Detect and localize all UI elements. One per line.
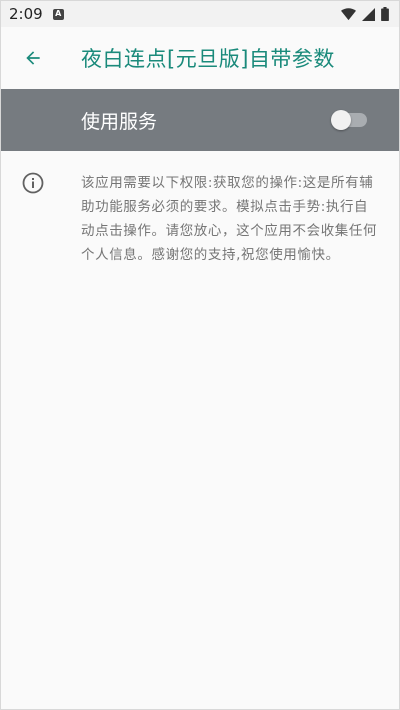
info-icon <box>22 172 44 194</box>
status-icons <box>341 7 389 21</box>
screen: 2:09 A 夜白连点[元旦版]自带参数 使用服务 该应用需要以下权限:获取您的… <box>0 0 400 710</box>
status-time: 2:09 <box>9 5 43 23</box>
master-switch-label: 使用服务 <box>81 110 158 133</box>
app-bar: 夜白连点[元旦版]自带参数 <box>1 27 399 89</box>
description-text: 该应用需要以下权限:获取您的操作:这是所有辅助功能服务必须的要求。模拟点击手势:… <box>81 175 378 263</box>
notification-icon: A <box>52 8 64 20</box>
info-icon-container <box>1 171 81 267</box>
toggle-thumb <box>331 110 351 130</box>
cell-signal-icon <box>362 7 375 21</box>
back-button[interactable] <box>1 27 65 89</box>
wifi-icon <box>341 7 356 20</box>
service-toggle[interactable] <box>331 110 369 130</box>
status-bar: 2:09 A <box>1 1 399 27</box>
master-switch-row[interactable]: 使用服务 <box>1 89 399 151</box>
description-row: 该应用需要以下权限:获取您的操作:这是所有辅助功能服务必须的要求。模拟点击手势:… <box>1 151 399 267</box>
page-title: 夜白连点[元旦版]自带参数 <box>81 47 335 71</box>
battery-icon <box>381 7 389 21</box>
arrow-back-icon <box>26 51 40 65</box>
